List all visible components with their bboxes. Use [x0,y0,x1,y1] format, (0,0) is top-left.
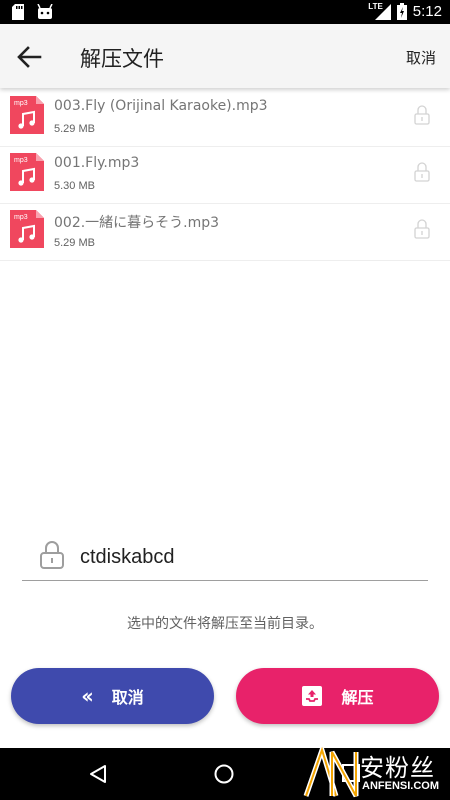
lock-icon [414,105,430,125]
page-title: 解压文件 [80,47,164,71]
extract-button[interactable]: 解压 [236,668,439,724]
extract-box-icon [302,686,323,706]
android-icon [37,4,53,19]
nav-back-icon[interactable] [88,764,108,784]
cancel-button-label: 取消 [111,688,144,707]
network-type: LTE [368,2,383,11]
file-size: 5.29 MB [54,123,95,135]
file-item[interactable]: mp3 003.Fly (Orijinal Karaoke).mp3 5.29 … [0,90,450,147]
double-chevron-left-icon: ‹‹ [81,684,94,708]
cancel-button[interactable]: ‹‹ 取消 [11,668,214,724]
watermark-logo-icon [303,744,359,798]
nav-home-icon[interactable] [214,764,234,784]
password-field [22,536,428,581]
svg-text:mp3: mp3 [14,157,28,164]
svg-text:mp3: mp3 [14,100,28,107]
file-item[interactable]: mp3 002.一緒に暮らそう.mp3 5.29 MB [0,204,450,261]
cancel-link[interactable]: 取消 [406,47,436,68]
watermark-chinese: 安粉丝 [360,754,435,782]
lock-icon [414,219,430,239]
status-bar: LTE 5:12 [0,0,450,24]
watermark: 安粉丝 ANFENSI.COM [300,744,450,800]
file-name: 003.Fly (Orijinal Karaoke).mp3 [54,98,268,114]
extract-hint: 选中的文件将解压至当前目录。 [127,616,323,632]
svg-text:mp3: mp3 [14,214,28,221]
app-bar: 解压文件 取消 [0,24,450,88]
sd-card-icon [12,4,24,20]
file-name: 001.Fly.mp3 [54,155,140,171]
mp3-file-icon: mp3 [10,210,44,248]
back-arrow-icon[interactable] [14,42,44,72]
file-name: 002.一緒に暮らそう.mp3 [54,215,220,231]
lock-icon [414,162,430,182]
file-list: mp3 003.Fly (Orijinal Karaoke).mp3 5.29 … [0,90,450,261]
password-lock-icon [40,541,64,569]
file-size: 5.29 MB [54,237,95,249]
file-size: 5.30 MB [54,180,95,192]
battery-icon [396,3,407,20]
extract-button-label: 解压 [341,688,374,707]
mp3-file-icon: mp3 [10,96,44,134]
mp3-file-icon: mp3 [10,153,44,191]
clock: 5:12 [412,3,442,20]
password-input[interactable] [80,542,410,572]
watermark-english: ANFENSI.COM [362,780,439,792]
file-item[interactable]: mp3 001.Fly.mp3 5.30 MB [0,147,450,204]
